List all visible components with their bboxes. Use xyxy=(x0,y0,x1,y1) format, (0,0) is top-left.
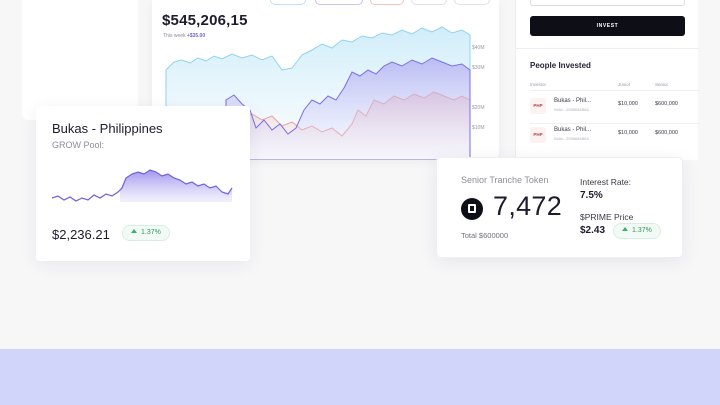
amount-input[interactable] xyxy=(530,0,685,6)
pool-card[interactable]: Bukas - Philippines GROW Pool: $2,236.21… xyxy=(36,106,250,261)
investor-junior: $10,000 xyxy=(618,130,638,136)
investor-name: Bukas - Phil... xyxy=(554,127,592,133)
investor-logo: PHP xyxy=(530,98,546,114)
trend-up-icon xyxy=(622,227,628,231)
tranche-amount: 7,472 xyxy=(493,191,563,221)
y-axis-tick-20m: $20M xyxy=(472,105,485,111)
prime-token-icon xyxy=(461,198,483,220)
interest-rate-label: Interest Rate: xyxy=(580,177,632,187)
trend-up-icon xyxy=(131,229,137,233)
row-separator xyxy=(530,90,700,91)
footer-band xyxy=(0,349,720,405)
pool-price: $2,236.21 xyxy=(52,227,110,242)
investor-senior: $600,000 xyxy=(655,130,678,136)
divider xyxy=(516,48,699,49)
prime-price: $2.43 xyxy=(580,225,606,236)
tranche-token-card[interactable]: Senior Tranche Token 7,472 Total $600000… xyxy=(436,157,683,258)
y-axis-tick-30m: $30M xyxy=(472,65,485,71)
col-junior: Junior xyxy=(618,82,631,87)
invest-button[interactable]: INVEST xyxy=(530,16,685,36)
invest-panel: INVEST People Invested Investor Junior S… xyxy=(515,0,700,160)
tranche-label: Senior Tranche Token xyxy=(461,175,549,185)
y-axis-tick-10m: $10M xyxy=(472,125,485,131)
investor-logo: PHP xyxy=(530,127,546,143)
investor-senior: $600,000 xyxy=(655,101,678,107)
prime-change-badge: 1.37% xyxy=(613,223,661,239)
investor-row[interactable]: PHP Bukas - Phil... 0x6b...2056684B84 $1… xyxy=(530,95,690,119)
pool-change-badge: 1.37% xyxy=(122,225,170,241)
investor-junior: $10,000 xyxy=(618,101,638,107)
col-senior: Senior xyxy=(655,82,669,87)
col-investor: Investor xyxy=(530,82,547,87)
investor-row[interactable]: PHP Bukas - Phil... 0x6b...2056684B84 $1… xyxy=(530,124,690,148)
investor-address: 0x6b...2056684B84 xyxy=(554,136,589,141)
prime-price-label: $PRIME Price xyxy=(580,212,634,222)
interest-rate: 7.5% xyxy=(580,190,603,201)
pool-change: 1.37% xyxy=(141,229,161,236)
tranche-total: Total $600000 xyxy=(461,231,509,240)
y-axis-tick-40m: $40M xyxy=(472,45,485,51)
prime-change: 1.37% xyxy=(632,227,652,234)
investor-address: 0x6b...2056684B84 xyxy=(554,107,589,112)
people-invested-title: People Invested xyxy=(530,61,591,70)
investor-name: Bukas - Phil... xyxy=(554,98,592,104)
background-card xyxy=(22,0,138,120)
